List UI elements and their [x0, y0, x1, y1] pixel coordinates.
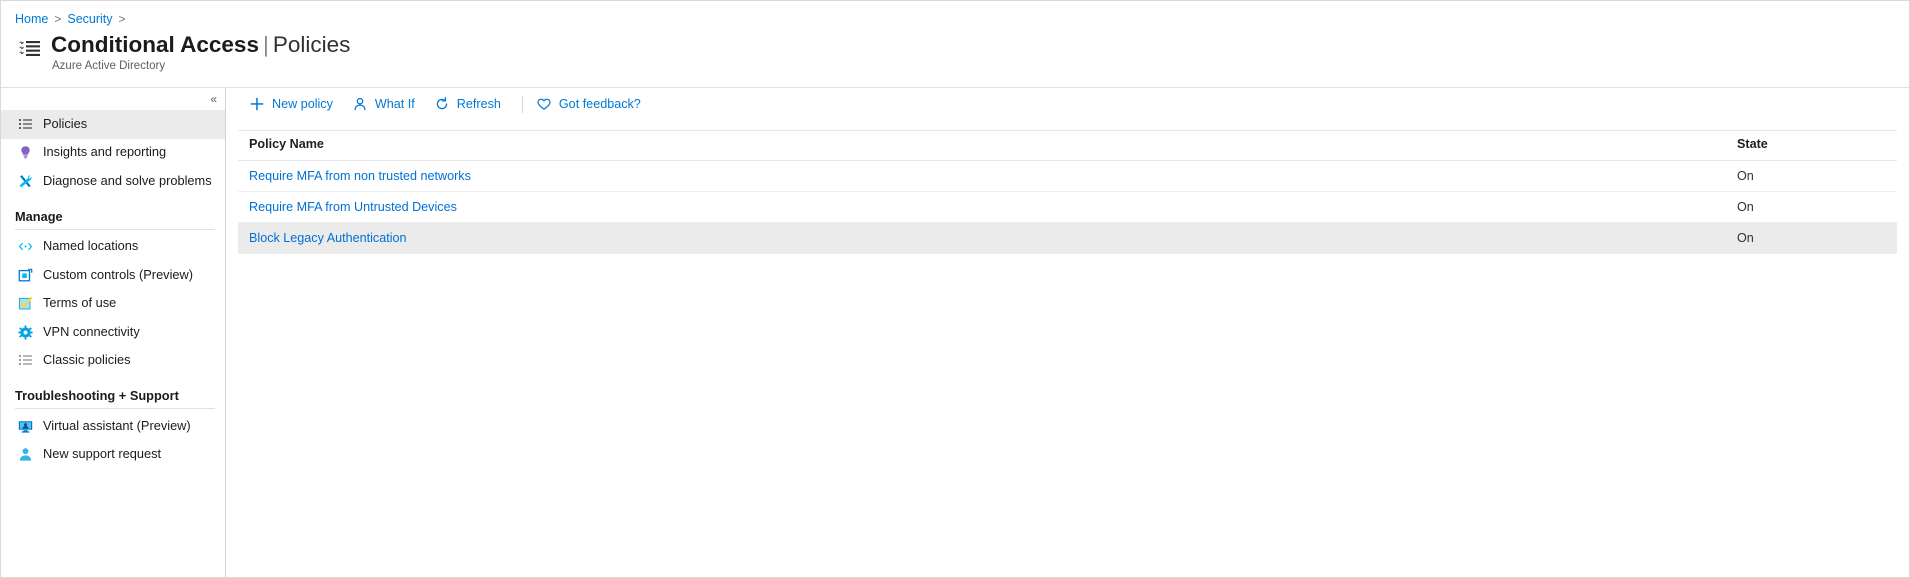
command-label: New policy [272, 97, 333, 111]
sidebar-group-title-troubleshooting: Troubleshooting + Support [15, 388, 179, 403]
table-row[interactable]: Block Legacy Authentication On [238, 222, 1897, 254]
policies-table-container: Policy Name State Require MFA from non t… [238, 130, 1909, 254]
policy-state-cell: On [1737, 222, 1897, 254]
command-bar: New policy What If Refresh Got feedback? [238, 88, 1909, 120]
policy-name-cell: Block Legacy Authentication [238, 222, 1737, 254]
breadcrumb-separator: > [54, 11, 62, 26]
sidebar-item-label: Policies [43, 115, 88, 131]
page-title-separator: | [262, 32, 269, 57]
sidebar-item-label: Insights and reporting [43, 144, 167, 160]
content-area: « Policies Insights and reporting Diagno… [1, 87, 1909, 577]
policies-table: Policy Name State Require MFA from non t… [238, 130, 1897, 254]
page-title-main: Conditional Access [51, 32, 259, 57]
sidebar: « Policies Insights and reporting Diagno… [1, 88, 226, 577]
table-row[interactable]: Require MFA from Untrusted Devices On [238, 191, 1897, 223]
page-subtitle: Azure Active Directory [52, 60, 166, 72]
plus-icon [249, 96, 265, 112]
sidebar-item-terms-of-use[interactable]: Terms of use [1, 290, 225, 319]
policy-state-cell: On [1737, 191, 1897, 223]
list-icon [17, 353, 33, 369]
sidebar-item-custom-controls[interactable]: Custom controls (Preview) [1, 261, 225, 290]
policy-state-value: On [1737, 169, 1754, 183]
column-header-state[interactable]: State [1737, 130, 1897, 161]
policy-state-value: On [1737, 231, 1754, 245]
sidebar-item-vpn-connectivity[interactable]: VPN connectivity [1, 318, 225, 347]
sidebar-divider [15, 408, 215, 409]
page-header: Conditional Access | Policies Azure Active… [1, 27, 1909, 79]
sidebar-item-label: Terms of use [43, 295, 117, 311]
refresh-button[interactable]: Refresh [434, 90, 511, 118]
command-label: What If [374, 97, 415, 111]
list-bullet-icon [17, 36, 43, 62]
checkbox-checked-icon [17, 296, 33, 312]
policy-name-cell: Require MFA from non trusted networks [238, 160, 1737, 192]
sidebar-item-label: VPN connectivity [43, 323, 140, 339]
sidebar-item-new-support-request[interactable]: New support request [1, 441, 225, 470]
policy-state-value: On [1737, 200, 1754, 214]
main-content: New policy What If Refresh Got feedback?… [226, 88, 1909, 577]
refresh-icon [434, 96, 450, 112]
sidebar-item-label: Named locations [43, 238, 139, 254]
sidebar-item-insights-and-reporting[interactable]: Insights and reporting [1, 139, 225, 168]
sidebar-item-label: Virtual assistant (Preview) [43, 417, 191, 433]
policy-link[interactable]: Require MFA from non trusted networks [249, 169, 471, 183]
heart-icon [536, 96, 552, 112]
sidebar-item-named-locations[interactable]: Named locations [1, 233, 225, 262]
sidebar-item-virtual-assistant[interactable]: Virtual assistant (Preview) [1, 412, 225, 441]
command-bar-divider [521, 95, 523, 113]
sidebar-item-label: Diagnose and solve problems [43, 172, 212, 188]
policy-state-cell: On [1737, 160, 1897, 192]
policy-name-cell: Require MFA from Untrusted Devices [238, 191, 1737, 223]
policy-link[interactable]: Require MFA from Untrusted Devices [249, 200, 457, 214]
code-brackets-icon [17, 239, 33, 255]
sidebar-collapse-row: « [1, 88, 225, 110]
breadcrumb-item-home[interactable]: Home [15, 12, 48, 26]
gear-icon [17, 324, 33, 340]
got-feedback-button[interactable]: Got feedback? [536, 90, 651, 118]
breadcrumb: Home > Security > [1, 1, 1909, 27]
sidebar-item-label: Custom controls (Preview) [43, 266, 194, 282]
table-row[interactable]: Require MFA from non trusted networks On [238, 160, 1897, 192]
breadcrumb-separator: > [118, 11, 126, 26]
lightbulb-icon [17, 145, 33, 161]
monitor-person-icon [17, 418, 33, 434]
sidebar-item-label: Classic policies [43, 352, 131, 368]
collapse-sidebar-button[interactable]: « [210, 93, 217, 105]
column-header-policy-name[interactable]: Policy Name [238, 130, 1737, 161]
list-icon [17, 116, 33, 132]
page-title-subsection: Policies [272, 32, 351, 57]
sidebar-item-classic-policies[interactable]: Classic policies [1, 347, 225, 376]
page-title: Conditional Access | Policies [51, 31, 350, 59]
sidebar-item-diagnose-and-solve-problems[interactable]: Diagnose and solve problems [1, 167, 225, 196]
sidebar-divider [15, 228, 215, 230]
azure-portal-screen: Home > Security > Conditional Access | Po [0, 0, 1910, 578]
nested-square-icon [17, 267, 33, 283]
sidebar-group-title-manage: Manage [15, 208, 63, 224]
table-header-row: Policy Name State [238, 130, 1897, 161]
new-policy-button[interactable]: New policy [249, 90, 343, 118]
sidebar-item-policies[interactable]: Policies [1, 110, 225, 139]
wrench-icon [17, 173, 33, 189]
sidebar-item-label: New support request [43, 446, 162, 462]
what-if-button[interactable]: What If [352, 90, 425, 118]
command-label: Refresh [456, 97, 501, 111]
policy-link[interactable]: Block Legacy Authentication [249, 231, 407, 245]
person-icon [352, 96, 368, 112]
command-label: Got feedback? [558, 97, 641, 111]
person-icon [17, 447, 33, 463]
breadcrumb-item-security[interactable]: Security [67, 12, 112, 26]
